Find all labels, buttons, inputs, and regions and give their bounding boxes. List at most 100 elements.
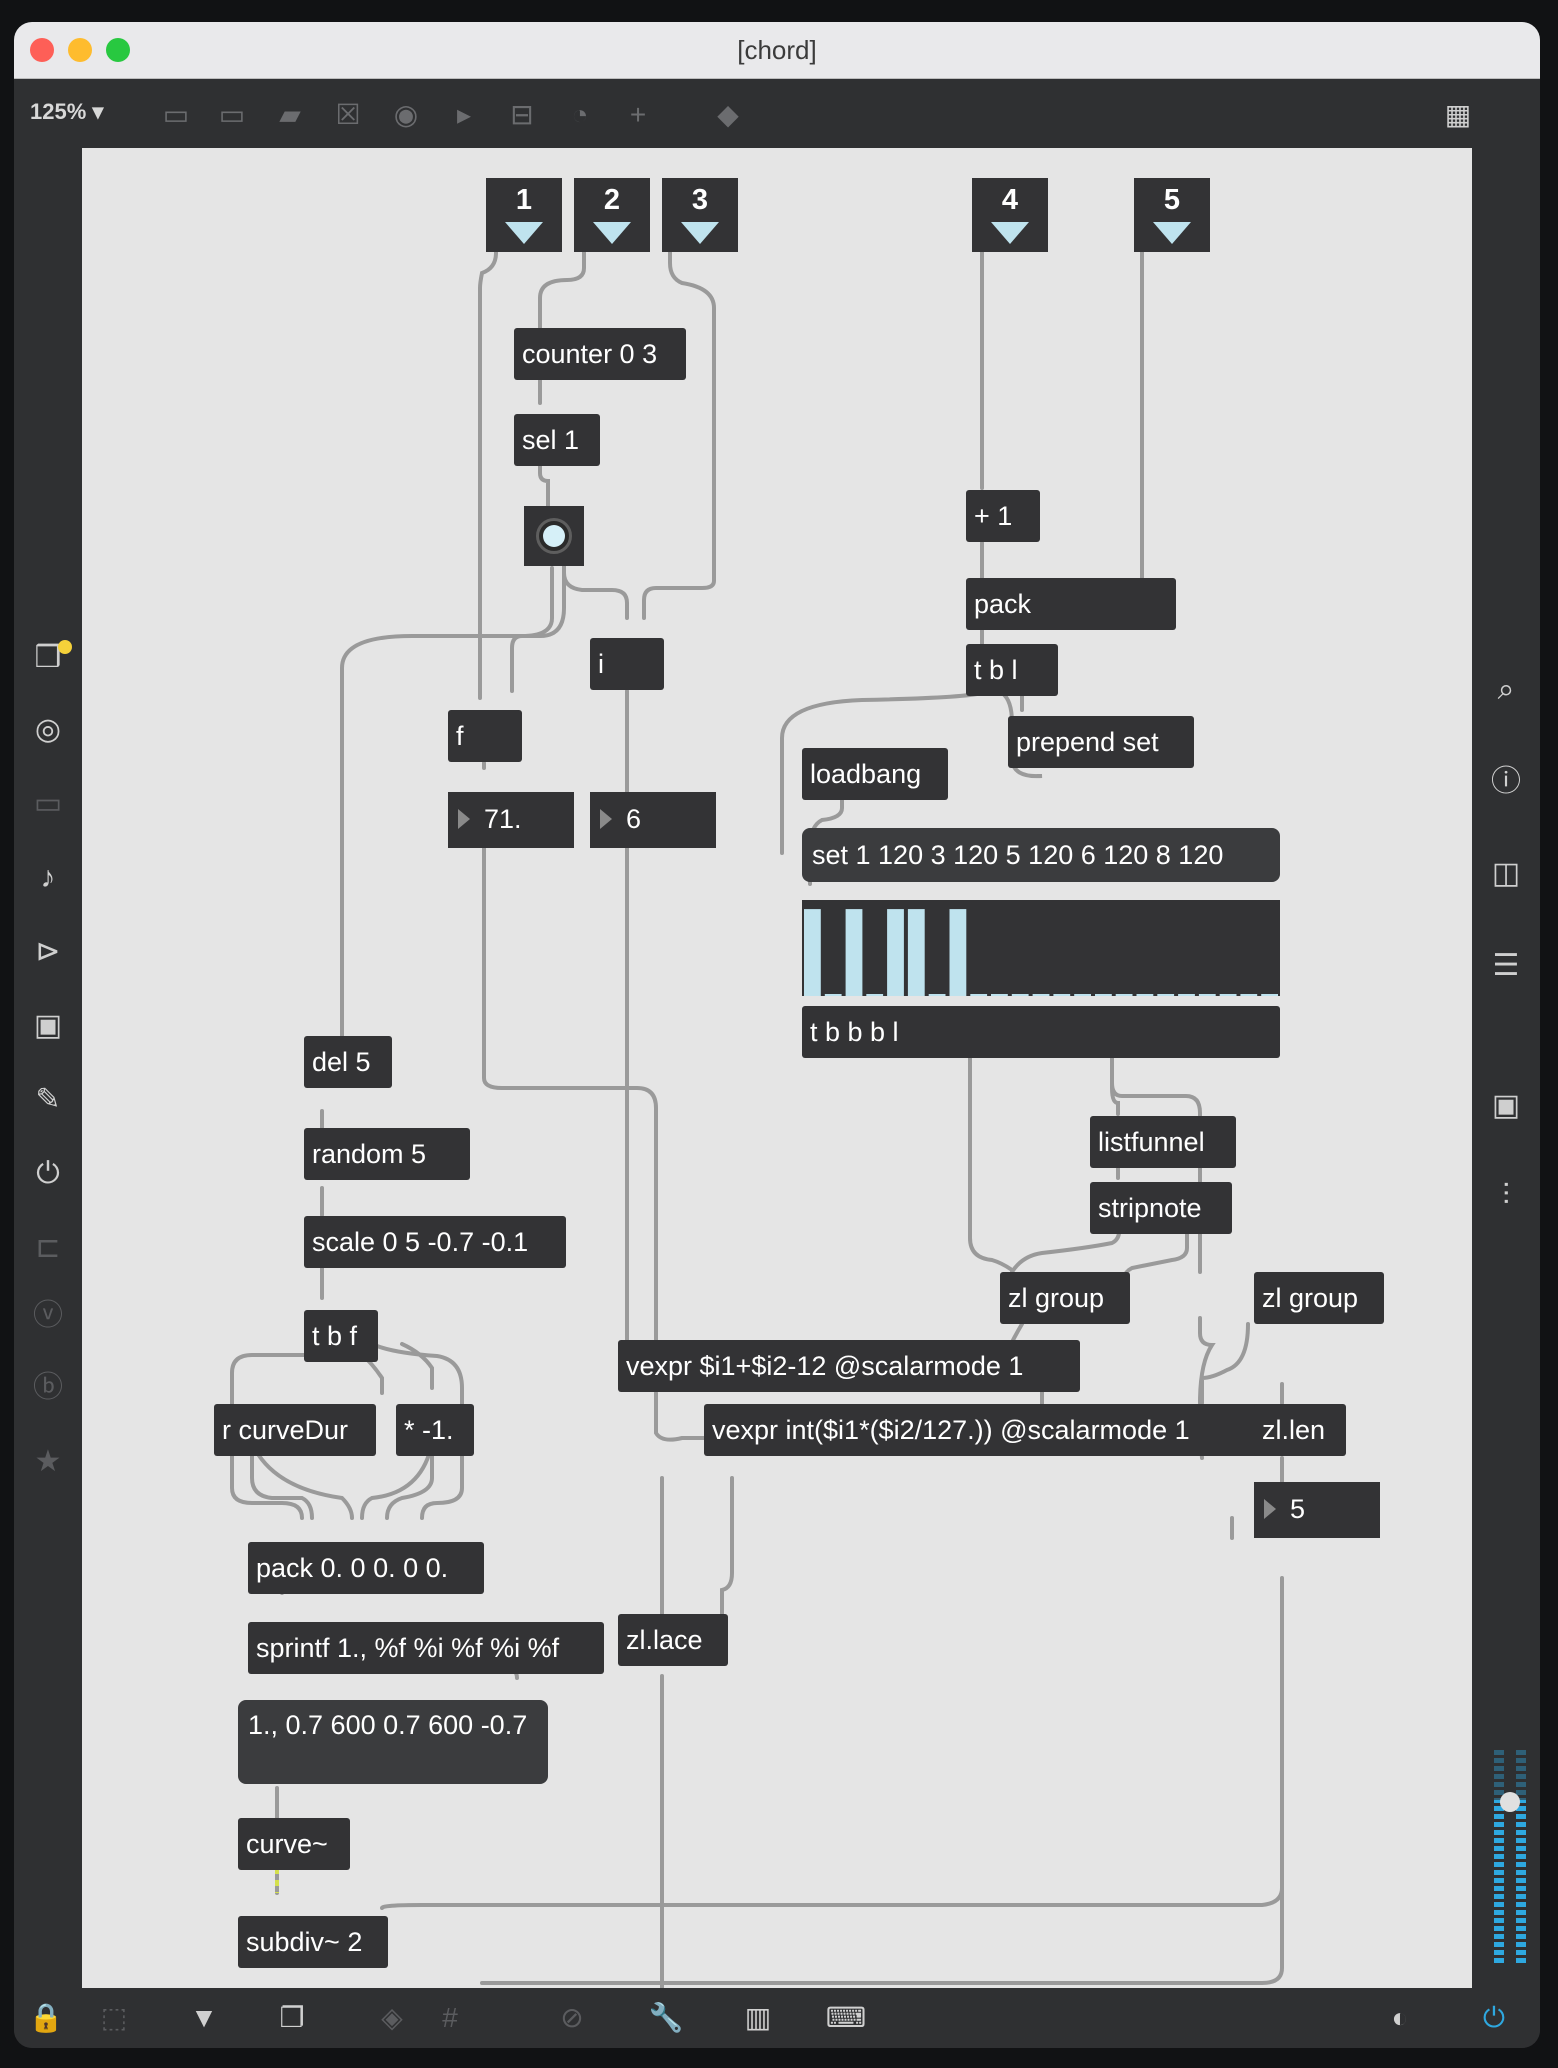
power-icon[interactable]: ⏻	[1472, 1996, 1516, 2040]
loadbang-object[interactable]: loadbang	[802, 748, 948, 800]
plus-one-object[interactable]: + 1	[966, 490, 1040, 542]
presentation-icon[interactable]: ⬚	[92, 1996, 136, 2040]
multislider-bar[interactable]	[804, 909, 821, 996]
connector-icon[interactable]: ⊏	[24, 1226, 72, 1270]
int-object[interactable]: i	[590, 638, 664, 690]
multislider-bar[interactable]	[970, 994, 988, 996]
cpu-meter-icon[interactable]: ◐	[1378, 1996, 1422, 2040]
delay-object[interactable]: del 5	[304, 1036, 392, 1088]
target-icon[interactable]: ◎	[24, 708, 72, 752]
listfunnel-object[interactable]: listfunnel	[1090, 1116, 1236, 1168]
slider-icon[interactable]: ⊟	[500, 93, 544, 137]
device-icon[interactable]: ▭	[24, 782, 72, 826]
vexpr-add-object[interactable]: vexpr $i1+$i2-12 @scalarmode 1	[618, 1340, 1080, 1392]
zl-lace-object[interactable]: zl.lace	[618, 1614, 728, 1666]
receive-curvedur-object[interactable]: r curveDur	[214, 1404, 376, 1456]
multislider-bar[interactable]	[1240, 994, 1258, 996]
new-message-icon[interactable]: ▭	[210, 93, 254, 137]
curve-message[interactable]: 1., 0.7 600 0.7 600 -0.7	[238, 1700, 548, 1784]
pack-object[interactable]: pack	[966, 578, 1176, 630]
multislider-bar[interactable]	[1178, 994, 1195, 996]
wrench-icon[interactable]: 🔧	[644, 1996, 688, 2040]
multislider-bar[interactable]	[1032, 994, 1050, 996]
patcher-canvas[interactable]: 1 2 3 4 5 counter 0 3 sel 1 i f 71. 6 + …	[82, 148, 1472, 1988]
comment-icon[interactable]: ▰	[268, 93, 312, 137]
grid-icon[interactable]: #	[428, 1996, 472, 2040]
zoom-menu[interactable]: 125% ▾	[30, 99, 103, 125]
media-icon[interactable]: ⊳	[24, 930, 72, 974]
beap-icon[interactable]: ⓑ	[24, 1366, 72, 1410]
mixer-icon[interactable]: ⫶	[1482, 1174, 1530, 1218]
prepend-set-object[interactable]: prepend set	[1008, 716, 1194, 768]
multislider-bar[interactable]	[824, 994, 842, 996]
vst-icon[interactable]: ⓥ	[24, 1294, 72, 1338]
float-object[interactable]: f	[448, 710, 522, 762]
multislider-bar[interactable]	[1136, 994, 1154, 996]
multislider-bar[interactable]	[1157, 994, 1175, 996]
music-note-icon[interactable]: ♪	[24, 856, 72, 900]
stripnote-object[interactable]: stripnote	[1090, 1182, 1232, 1234]
paperclip-icon[interactable]: ✎	[24, 1078, 72, 1122]
multislider-bar[interactable]	[907, 909, 925, 996]
info-icon[interactable]: ⓘ	[1482, 760, 1530, 804]
add-icon[interactable]: +	[616, 93, 660, 137]
new-object-icon[interactable]: ▭	[154, 93, 198, 137]
zl-len-object[interactable]: zl.len	[1254, 1404, 1346, 1456]
inlet-3[interactable]: 3	[662, 178, 738, 252]
inlet-2[interactable]: 2	[574, 178, 650, 252]
grid-view-icon[interactable]: ▦	[1436, 93, 1480, 137]
multislider-bar[interactable]	[949, 909, 967, 996]
paint-bucket-icon[interactable]: ◆	[706, 93, 750, 137]
multislider-bar[interactable]	[991, 994, 1008, 996]
multislider-bar[interactable]	[1115, 994, 1133, 996]
piano-icon[interactable]: ▥	[736, 1996, 780, 2040]
toggle-icon[interactable]: ☒	[326, 93, 370, 137]
counter-object[interactable]: counter 0 3	[514, 328, 686, 380]
trigger-bf-object[interactable]: t b f	[304, 1310, 378, 1362]
level-meter[interactable]	[1490, 1750, 1530, 1966]
multislider-bar[interactable]	[1053, 994, 1071, 996]
sprintf-object[interactable]: sprintf 1., %f %i %f %i %f	[248, 1622, 604, 1674]
vexpr-scale-object[interactable]: vexpr int($i1*($i2/127.)) @scalarmode 1	[704, 1404, 1262, 1456]
multislider-bar[interactable]	[1095, 994, 1112, 996]
random-object[interactable]: random 5	[304, 1128, 470, 1180]
plug-icon[interactable]: ⏻	[24, 1152, 72, 1196]
scale-object[interactable]: scale 0 5 -0.7 -0.1	[304, 1216, 566, 1268]
subdiv-tilde-object[interactable]: subdiv~ 2	[238, 1916, 388, 1968]
sel-object[interactable]: sel 1	[514, 414, 600, 466]
multislider-bar[interactable]	[1198, 994, 1216, 996]
int-number-box[interactable]: 6	[590, 792, 716, 848]
trigger-bbbl-object[interactable]: t b b b l	[802, 1006, 1280, 1058]
volume-slider-knob[interactable]	[1500, 1792, 1520, 1812]
package-icon[interactable]: ❒	[24, 636, 72, 680]
length-number-box[interactable]: 5	[1254, 1482, 1380, 1538]
multislider-bar[interactable]	[866, 994, 884, 996]
play-icon[interactable]: ▸	[442, 93, 486, 137]
search-icon[interactable]: ⌕	[1482, 668, 1530, 712]
pack-floats-object[interactable]: pack 0. 0 0. 0 0.	[248, 1542, 484, 1594]
list-icon[interactable]: ☰	[1482, 944, 1530, 988]
curve-tilde-object[interactable]: curve~	[238, 1818, 350, 1870]
set-message[interactable]: set 1 120 3 120 5 120 6 120 8 120	[802, 828, 1280, 882]
zl-group-object-1[interactable]: zl group	[1000, 1272, 1130, 1324]
inlet-5[interactable]: 5	[1134, 178, 1210, 252]
lock-icon[interactable]: 🔒	[24, 1996, 68, 2040]
multislider-bar[interactable]	[928, 994, 946, 996]
dial-icon[interactable]: ◔	[558, 93, 602, 137]
float-number-box[interactable]: 71.	[448, 792, 574, 848]
multislider-bar[interactable]	[1261, 994, 1278, 996]
layers-icon[interactable]: ❐	[270, 1996, 314, 2040]
camera-icon[interactable]: ▣	[1482, 1084, 1530, 1128]
bang-icon[interactable]: ◉	[384, 93, 428, 137]
trigger-bl-object[interactable]: t b l	[966, 644, 1058, 696]
inlet-1[interactable]: 1	[486, 178, 562, 252]
multislider-bar[interactable]	[1219, 994, 1237, 996]
image-icon[interactable]: ▣	[24, 1004, 72, 1048]
multiply-object[interactable]: * -1.	[396, 1404, 474, 1456]
multislider[interactable]	[802, 900, 1280, 996]
bang-button[interactable]	[524, 506, 584, 566]
debug-icon[interactable]: ⊘	[550, 1996, 594, 2040]
screen-icon[interactable]: ▼	[182, 1996, 226, 2040]
star-icon[interactable]: ★	[24, 1440, 72, 1484]
multislider-bar[interactable]	[1011, 994, 1029, 996]
